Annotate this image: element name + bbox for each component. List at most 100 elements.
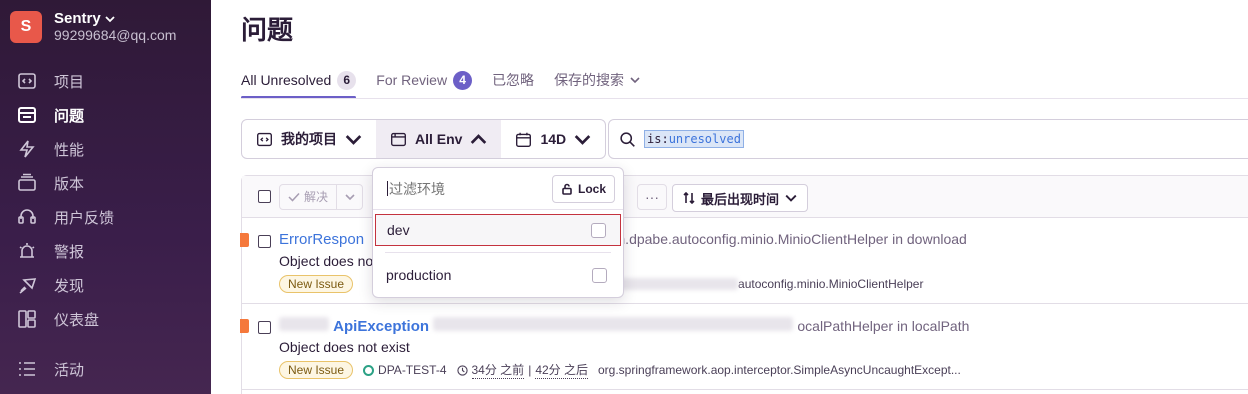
sidebar-item-label: 性能 bbox=[54, 141, 85, 159]
date-filter-label: 14D bbox=[540, 131, 567, 147]
org-switcher[interactable]: S Sentry 99299684@qq.com bbox=[10, 10, 176, 43]
org-email: 99299684@qq.com bbox=[54, 27, 177, 44]
count-badge: 6 bbox=[337, 70, 357, 90]
resolve-button[interactable]: 解决 bbox=[280, 185, 336, 209]
env-filter-input[interactable] bbox=[389, 180, 539, 197]
lock-button[interactable]: Lock bbox=[551, 175, 615, 203]
chevron-down-icon bbox=[574, 134, 591, 145]
sidebar-item-label: 问题 bbox=[54, 107, 85, 125]
env-option-label: dev bbox=[387, 222, 410, 238]
sidebar-item-releases[interactable]: 版本 bbox=[0, 166, 211, 200]
sidebar-item-activity[interactable]: 活动 bbox=[0, 352, 211, 386]
sidebar-item-alerts[interactable]: 警报 bbox=[0, 234, 211, 268]
issue-project: DPA-TEST-4 bbox=[378, 363, 447, 377]
more-actions-button[interactable]: ··· bbox=[637, 184, 667, 210]
issue-title[interactable]: ApiException bbox=[333, 318, 429, 335]
sidebar-item-label: 仪表盘 bbox=[54, 311, 100, 329]
project-icon bbox=[16, 70, 38, 92]
search-input[interactable]: is:unresolved bbox=[608, 119, 1248, 159]
issue-row[interactable]: ApiException ocalPathHelper in localPath… bbox=[240, 305, 1248, 390]
env-dropdown-menu: Lock dev production bbox=[372, 167, 624, 298]
chevron-down-icon bbox=[345, 134, 362, 145]
project-icon bbox=[257, 132, 272, 146]
activity-icon bbox=[16, 358, 38, 380]
sidebar-item-performance[interactable]: 性能 bbox=[0, 132, 211, 166]
lock-label: Lock bbox=[577, 182, 606, 196]
tab-label: 保存的搜索 bbox=[554, 72, 625, 88]
sidebar-item-issues[interactable]: 问题 bbox=[0, 98, 211, 132]
first-seen[interactable]: 34分 之前 bbox=[471, 361, 525, 379]
org-avatar: S bbox=[10, 10, 42, 43]
divider bbox=[385, 252, 611, 253]
issues-icon bbox=[16, 104, 38, 126]
sort-label: 最后出现时间 bbox=[701, 191, 780, 207]
chevron-up-icon bbox=[471, 133, 487, 144]
sort-button[interactable]: 最后出现时间 bbox=[672, 184, 809, 212]
sidebar-item-feedback[interactable]: 用户反馈 bbox=[0, 200, 211, 234]
issue-checkbox[interactable] bbox=[258, 321, 271, 334]
sidebar-item-label: 用户反馈 bbox=[54, 209, 115, 227]
level-indicator bbox=[240, 319, 249, 333]
issue-checkbox[interactable] bbox=[258, 235, 271, 248]
project-filter-button[interactable]: 我的项目 bbox=[242, 120, 376, 158]
env-option-checkbox[interactable] bbox=[592, 267, 607, 283]
env-option-label: production bbox=[386, 267, 452, 283]
env-option-dev[interactable]: dev bbox=[375, 214, 621, 246]
main-content: 问题 All Unresolved 6 For Review 4 已忽略 保存的… bbox=[211, 0, 1248, 394]
last-seen[interactable]: 42分 之后 bbox=[535, 361, 588, 379]
env-filter-button[interactable]: All Env bbox=[376, 120, 502, 158]
issue-message: Object does no bbox=[279, 253, 374, 269]
page-title: 问题 bbox=[241, 15, 294, 45]
env-option-checkbox[interactable] bbox=[591, 222, 606, 238]
env-option-production[interactable]: production bbox=[375, 259, 621, 291]
new-issue-badge: New Issue bbox=[279, 361, 354, 379]
search-token-value: unresolved bbox=[668, 132, 741, 146]
dashboard-icon bbox=[16, 308, 38, 330]
tab-ignored[interactable]: 已忽略 bbox=[492, 62, 534, 98]
sort-icon bbox=[683, 192, 695, 204]
calendar-icon bbox=[516, 132, 532, 147]
redacted-text bbox=[279, 317, 329, 331]
tab-label: For Review bbox=[376, 72, 448, 88]
tab-all-unresolved[interactable]: All Unresolved 6 bbox=[241, 62, 357, 99]
count-badge: 4 bbox=[453, 70, 473, 90]
chevron-down-icon bbox=[630, 77, 640, 84]
sidebar-nav: 项目 问题 性能 版本 用户反馈 警报 发现 仪表盘 活动 bbox=[0, 64, 211, 386]
search-token: is:unresolved bbox=[644, 130, 744, 148]
sidebar-item-projects[interactable]: 项目 bbox=[0, 64, 211, 98]
org-name: Sentry bbox=[54, 10, 101, 27]
clock-icon bbox=[456, 364, 468, 376]
alerts-icon bbox=[16, 240, 38, 262]
date-filter-button[interactable]: 14D bbox=[501, 120, 605, 158]
search-icon bbox=[620, 131, 635, 147]
issue-extra: org.springframework.aop.interceptor.Simp… bbox=[598, 363, 961, 377]
window-icon bbox=[391, 132, 406, 146]
sidebar-item-dashboards[interactable]: 仪表盘 bbox=[0, 302, 211, 336]
new-issue-badge: New Issue bbox=[279, 275, 354, 293]
sidebar-item-discover[interactable]: 发现 bbox=[0, 268, 211, 302]
tab-saved-searches[interactable]: 保存的搜索 bbox=[554, 62, 640, 98]
redacted-text bbox=[433, 317, 794, 331]
search-token-key: is: bbox=[647, 132, 669, 146]
issue-title[interactable]: ErrorRespon bbox=[279, 231, 364, 248]
issue-tabs: All Unresolved 6 For Review 4 已忽略 保存的搜索 bbox=[241, 62, 660, 99]
level-indicator bbox=[240, 233, 249, 247]
sidebar-item-label: 警报 bbox=[54, 243, 85, 261]
sidebar-item-label: 活动 bbox=[54, 361, 85, 379]
chevron-down-icon bbox=[105, 15, 115, 22]
discover-icon bbox=[16, 274, 38, 296]
divider bbox=[241, 98, 1248, 99]
lock-icon bbox=[562, 183, 572, 195]
tab-label: All Unresolved bbox=[241, 72, 332, 88]
releases-icon bbox=[16, 172, 38, 194]
select-all-checkbox[interactable] bbox=[258, 190, 271, 203]
check-icon bbox=[288, 192, 300, 202]
chevron-down-icon bbox=[344, 193, 355, 200]
performance-icon bbox=[16, 138, 38, 160]
resolve-dropdown-button[interactable] bbox=[336, 184, 362, 209]
tab-for-review[interactable]: For Review 4 bbox=[376, 62, 473, 98]
issue-culprit: n.dpabe.autoconfig.minio.MinioClientHelp… bbox=[617, 231, 967, 247]
issue-extra: autoconfig.minio.MinioClientHelper bbox=[738, 277, 924, 291]
issue-culprit: ocalPathHelper in localPath bbox=[797, 318, 970, 334]
sidebar-item-label: 项目 bbox=[54, 73, 85, 91]
